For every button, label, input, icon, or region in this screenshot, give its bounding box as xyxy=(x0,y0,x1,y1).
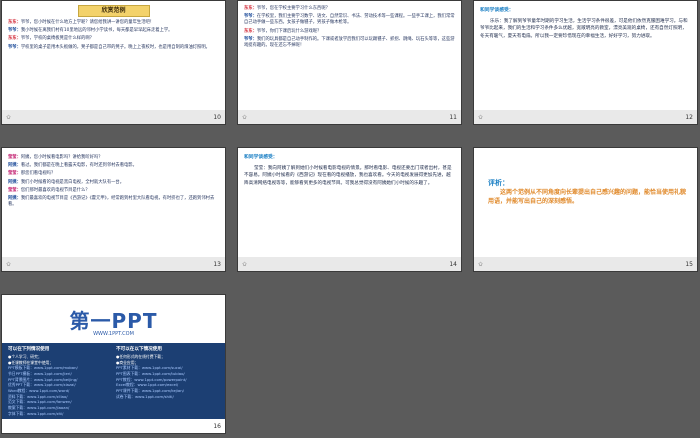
slide-number: 12 xyxy=(685,114,693,121)
slide-number: 14 xyxy=(449,261,457,268)
dialog-line: 爷爷：我小时候在离我们村有10里地远的邻村小学读书，每天都是早早起床走着上学。 xyxy=(8,28,219,34)
dialog-text: 看过。我们都是在晚上看露天电影，有时还到邻村去看电影。 xyxy=(20,163,137,169)
speaker-label: 阿姨： xyxy=(8,179,21,185)
slide-transition-icon: ✩ xyxy=(242,114,248,121)
dialog-text: 阿姨，您小时候看电影吗？讲给我听好吗？ xyxy=(20,155,103,160)
dialog-text: 爷爷，您小时候在什么地方上学呢？请您给我讲一讲您的童年生活吧！ xyxy=(20,20,155,25)
share-title: 和同学谈感受： xyxy=(244,155,278,160)
slide-content: 莹莹：阿姨，您小时候看电影吗？讲给我听好吗？ 阿姨：看过。我们都是在晚上看露天电… xyxy=(8,154,219,251)
dialog-line: 莹莹：阿姨，您小时候看电影吗？讲给我听好吗？ xyxy=(8,155,219,161)
dialog-line: 东东：爷爷，你们下课后玩什么游戏呢？ xyxy=(244,29,455,35)
slide-number: 16 xyxy=(213,423,221,430)
share-title: 和同学谈感受： xyxy=(480,8,514,13)
list-item: 字体下载：www.1ppt.com/ziti/ xyxy=(8,410,64,416)
disallowed-use-list: ●任何形式的在线付费下载； ●商业应用； PPT素材下载：www.1ppt.com/… xyxy=(116,354,216,400)
slide-footer: ✩ xyxy=(238,110,461,124)
dialog-text: 在学校里，我们主要学习数学、语文、自然常识、书法、劳动技术等一些课程。一些手工课… xyxy=(244,14,455,26)
dialog-line: 东东：爷爷，您小时候在什么地方上学呢？请您给我讲一讲您的童年生活吧！ xyxy=(8,20,219,26)
speaker-label: 爷爷： xyxy=(244,36,257,42)
dialog-text: 学校里的桌子是用木头板做的，凳子都是自己带的凳子。晚上上夜校时，也是用自制的煤油… xyxy=(20,44,210,50)
dialog-text: 我们小时候看的电视是黑白电视，全村就大队有一台。 xyxy=(20,179,125,185)
eval-text: 这两个范例从不同角度向长辈提出自己感兴趣的问题，能恰当使用礼貌用语，并能写出自己… xyxy=(488,189,687,206)
slide-thumbnail-16[interactable]: 第一PPT WWW.1PPT.COM 可以在下列情况使用 ●个人学习、研究； ●任… xyxy=(2,295,225,433)
speaker-label: 爷爷： xyxy=(8,28,21,34)
slide-content: 评析： 这两个范例从不同角度向长辈提出自己感兴趣的问题，能恰当使用礼貌用语，并能… xyxy=(488,178,687,251)
dialog-text: 我们的玩具都是自己动手制作的。下课或者放学后我们可以玩踢毽子、抓拐、跳绳、玩石头… xyxy=(244,36,455,49)
dialog-text: 我们最喜欢的电视节目是《西游记》《霍元甲》，经常跑到村里大队看电视，有时挤也了，… xyxy=(8,196,215,208)
slide-content: 和同学谈感受： 乐乐：我了解到爷爷童年时期的学习生活，生活学习条件很差，可是他们… xyxy=(480,8,691,104)
dialog-text: 爷爷，您在学校主要学习什么东西呢？ xyxy=(256,6,330,11)
dialog-text: 您们那时最喜欢的电视节目是什么？ xyxy=(20,187,90,193)
dialog-line: 爷爷：在学校里，我们主要学习数学、语文、自然常识、书法、劳动技术等一些课程。一些… xyxy=(244,14,455,26)
list-item: 试卷下载：www.1ppt.com/shiti/ xyxy=(116,393,174,399)
allowed-use-column: 可以在下列情况使用 ●个人学习、研究； ●任课教师在课堂中使用； PPT模板下载：w… xyxy=(8,347,108,416)
speaker-label: 莹莹： xyxy=(8,187,21,193)
speaker-label: 东东： xyxy=(8,20,21,25)
slide-footer: ✩ xyxy=(474,110,697,124)
share-text: 乐乐：我了解到爷爷童年时期的学习生活，生活学习条件很差，可是他们依然克服困难学习… xyxy=(480,18,688,39)
slide-number: 13 xyxy=(213,261,221,268)
ppt-logo: 第一PPT xyxy=(69,309,158,333)
dialog-line: 阿姨：我们小时候看的电视是黑白电视，全村就大队有一台。 xyxy=(8,180,219,186)
slide-thumbnail-13[interactable]: 莹莹：阿姨，您小时候看电影吗？讲给我听好吗？ 阿姨：看过。我们都是在晚上看露天电… xyxy=(2,148,225,271)
slide-thumbnail-10[interactable]: 欣赏范例 东东：爷爷，您小时候在什么地方上学呢？请您给我讲一讲您的童年生活吧！ … xyxy=(2,1,225,124)
speaker-label: 阿姨： xyxy=(8,196,21,202)
dialog-line: 爷爷：学校里的桌子是用木头板做的，凳子都是自己带的凳子。晚上上夜校时，也是用自制… xyxy=(8,45,219,51)
dialog-line: 阿姨：我们最喜欢的电视节目是《西游记》《霍元甲》，经常跑到村里大队看电视，有时挤… xyxy=(8,196,219,208)
slide-number: 15 xyxy=(685,261,693,268)
dialog-text: 我小时候在离我们村有10里地远的邻村小学读书，每天都是早早起床走着上学。 xyxy=(20,28,173,34)
dialog-text: 那您们看电视吗？ xyxy=(20,171,56,177)
slide-transition-icon: ✩ xyxy=(478,114,484,121)
speaker-label: 爷爷： xyxy=(244,14,257,20)
allowed-use-heading: 可以在下列情况使用 xyxy=(8,347,50,352)
slide-thumbnail-14[interactable]: 和同学谈感受： 莹莹：我向阿姨了解到她们小时候看电影电视的情景。那时看电影、电视… xyxy=(238,148,461,271)
speaker-label: 阿姨： xyxy=(8,163,21,169)
ppt-info-panel: 可以在下列情况使用 ●个人学习、研究； ●任课教师在课堂中使用； PPT模板下载：w… xyxy=(2,343,225,419)
slide-footer: ✩ xyxy=(474,257,697,271)
slide-footer: ✩ xyxy=(2,110,225,124)
speaker-label: 东东： xyxy=(8,36,21,42)
allowed-use-list: ●个人学习、研究； ●任课教师在课堂中使用； PPT模板下载：www.1ppt.co… xyxy=(8,354,108,417)
dialog-line: 东东：爷爷，您在学校主要学习什么东西呢？ xyxy=(244,6,455,12)
slide-thumbnail-15[interactable]: 评析： 这两个范例从不同角度向长辈提出自己感兴趣的问题，能恰当使用礼貌用语，并能… xyxy=(474,148,697,271)
slide-transition-icon: ✩ xyxy=(6,261,12,268)
slide-footer: ✩ xyxy=(238,257,461,271)
disallowed-use-column: 不可以在以下情况使用 ●任何形式的在线付费下载； ●商业应用； PPT素材下载：ww… xyxy=(116,347,216,399)
dialog-line: 东东：爷爷，学校的桌椅板凳是什么样的啊？ xyxy=(8,36,219,42)
slide-title-banner: 欣赏范例 xyxy=(77,5,150,17)
slide-thumbnail-11[interactable]: 东东：爷爷，您在学校主要学习什么东西呢？ 爷爷：在学校里，我们主要学习数学、语文… xyxy=(238,1,461,124)
slide-footer xyxy=(2,419,225,433)
speaker-label: 爷爷： xyxy=(8,44,21,50)
dialog-line: 爷爷：我们的玩具都是自己动手制作的。下课或者放学后我们可以玩踢毽子、抓拐、跳绳、… xyxy=(244,37,455,49)
speaker-label: 东东： xyxy=(244,28,257,34)
dialog-line: 莹莹：那您们看电视吗？ xyxy=(8,171,219,177)
slide-thumbnail-12[interactable]: 和同学谈感受： 乐乐：我了解到爷爷童年时期的学习生活，生活学习条件很差，可是他们… xyxy=(474,1,697,124)
dialog-line: 阿姨：看过。我们都是在晚上看露天电影，有时还到邻村去看电影。 xyxy=(8,163,219,169)
slide-number: 11 xyxy=(449,114,457,121)
slide-transition-icon: ✩ xyxy=(6,114,12,121)
slide-number: 10 xyxy=(213,114,221,121)
eval-title: 评析： xyxy=(488,179,509,187)
slide-transition-icon: ✩ xyxy=(478,261,484,268)
dialog-text: 爷爷，你们下课后玩什么游戏呢？ xyxy=(256,28,322,34)
speaker-label: 莹莹： xyxy=(8,171,21,177)
slide-transition-icon: ✩ xyxy=(242,261,248,268)
speaker-label: 东东： xyxy=(244,6,257,11)
dialog-text: 爷爷，学校的桌椅板凳是什么样的啊？ xyxy=(20,36,94,42)
slide-content: 和同学谈感受： 莹莹：我向阿姨了解到她们小时候看电影电视的情景。那时看电影、电视… xyxy=(244,155,455,251)
slide-footer: ✩ xyxy=(2,257,225,271)
slide-content: 东东：爷爷，您在学校主要学习什么东西呢？ 爷爷：在学校里，我们主要学习数学、语文… xyxy=(244,5,455,104)
share-text: 莹莹：我向阿姨了解到她们小时候看电影电视的情景。那时看电影、电视还要出门或者出村… xyxy=(244,165,452,186)
disallowed-use-heading: 不可以在以下情况使用 xyxy=(116,347,162,352)
dialog-line: 莹莹：您们那时最喜欢的电视节目是什么？ xyxy=(8,188,219,194)
ppt-url: WWW.1PPT.COM xyxy=(93,331,134,337)
speaker-label: 莹莹： xyxy=(8,155,21,160)
slide-content: 欣赏范例 东东：爷爷，您小时候在什么地方上学呢？请您给我讲一讲您的童年生活吧！ … xyxy=(8,5,219,104)
